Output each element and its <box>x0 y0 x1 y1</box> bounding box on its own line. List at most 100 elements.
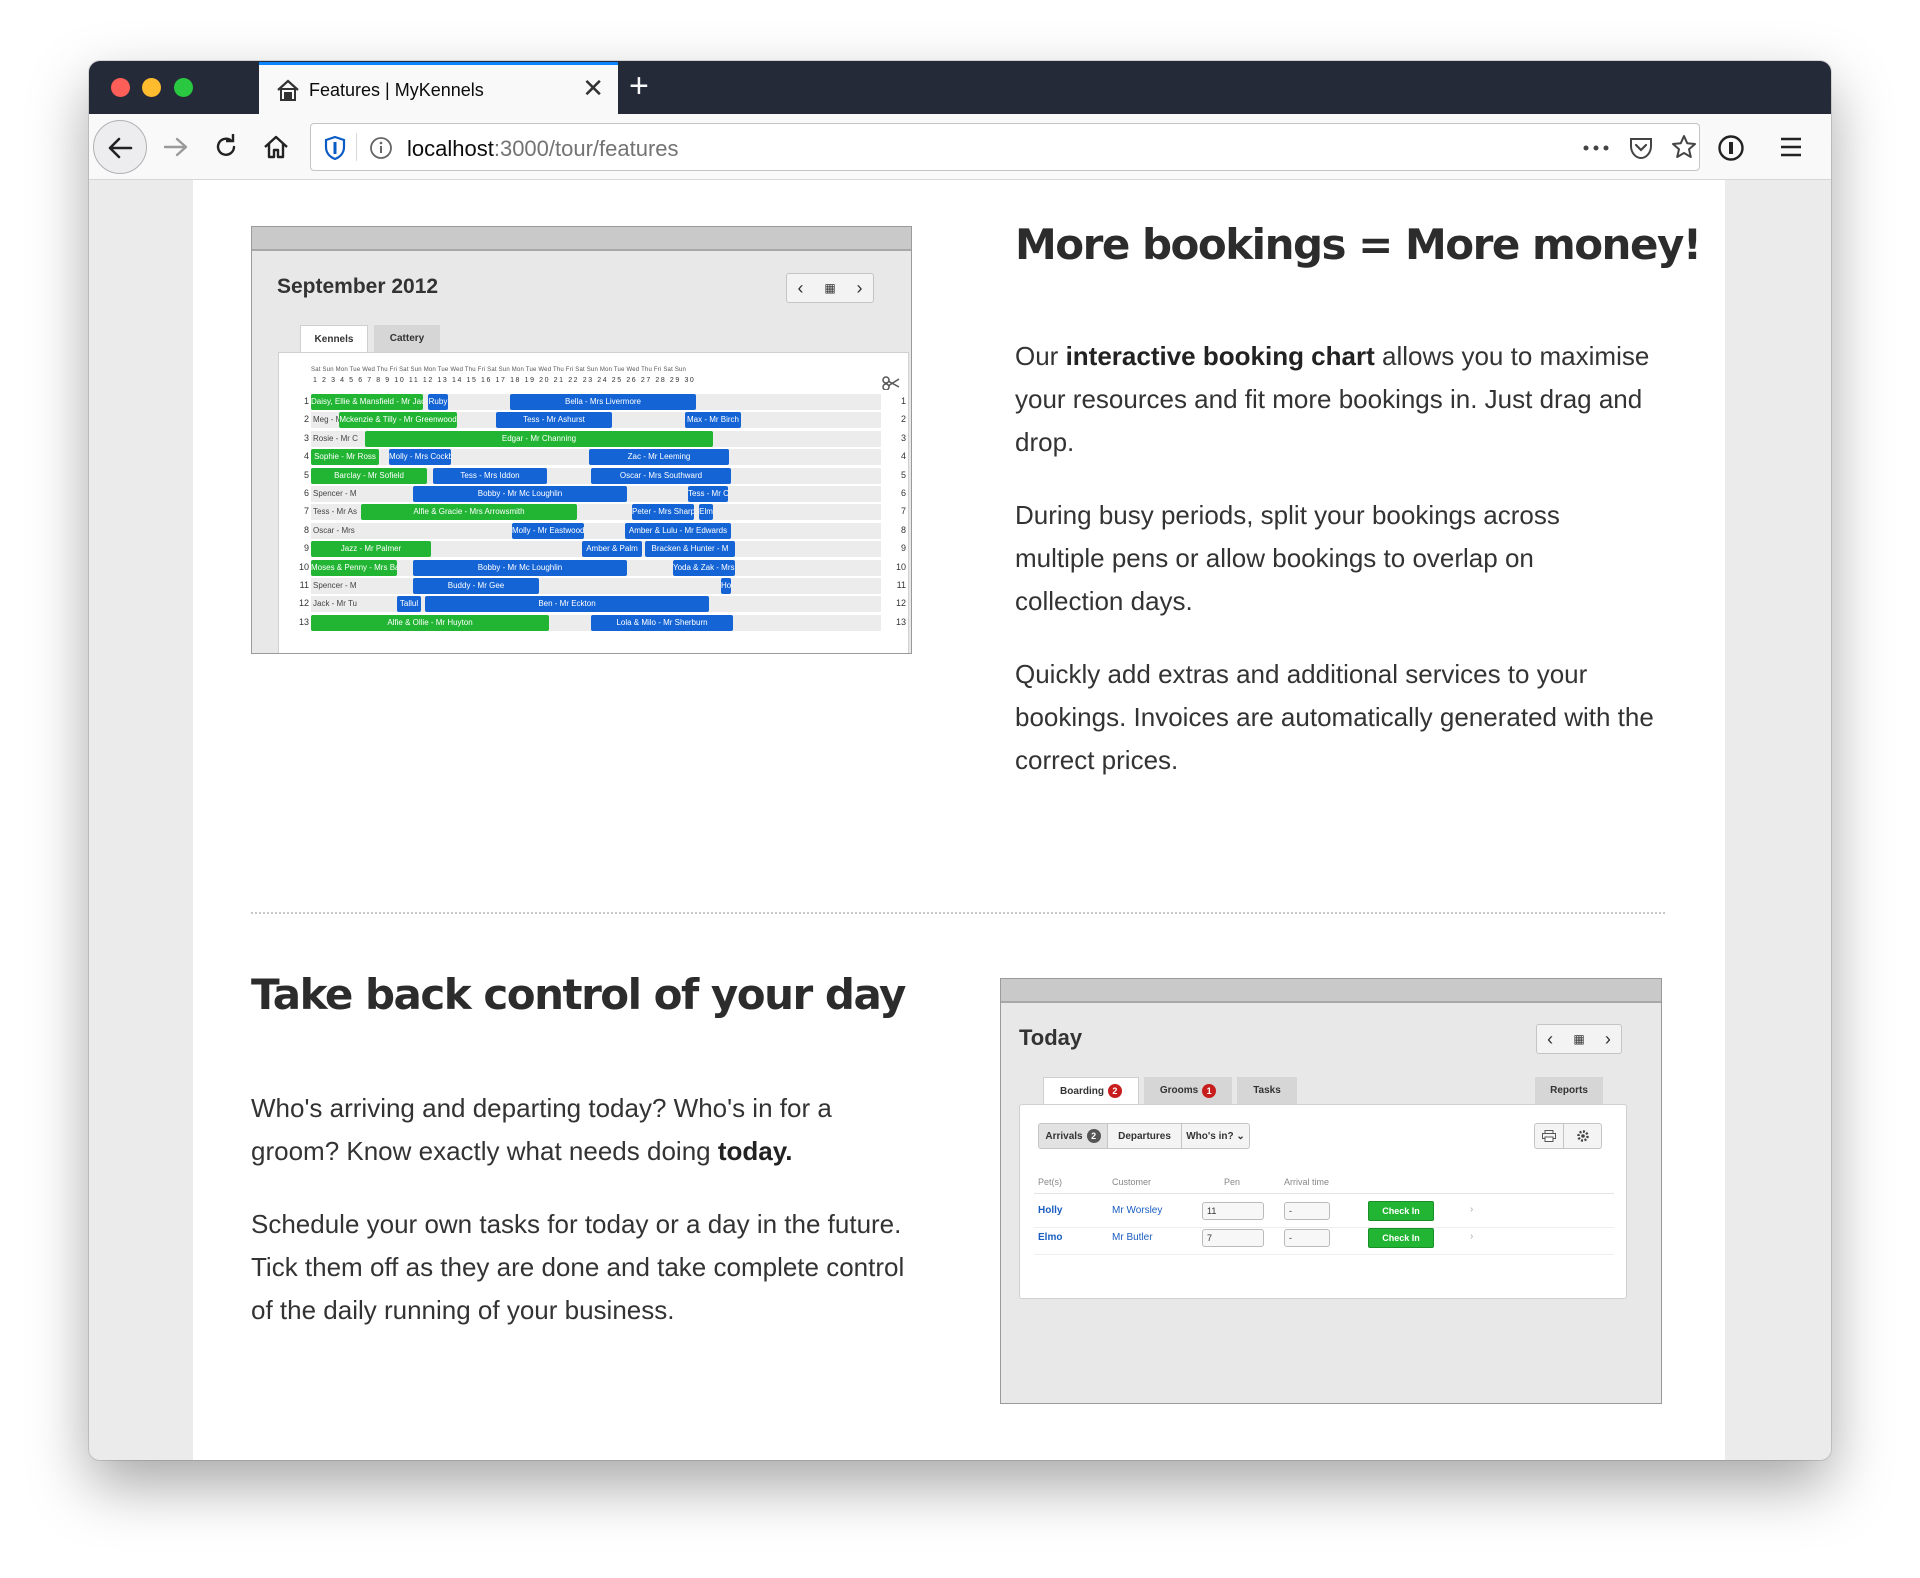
booking-bar[interactable]: Barclay - Mr Sofield <box>311 467 427 484</box>
chevron-left-icon[interactable]: ‹ <box>1547 1029 1553 1050</box>
chevron-right-icon[interactable]: › <box>1605 1029 1611 1050</box>
new-tab-button[interactable]: + <box>629 69 649 103</box>
count-badge: 2 <box>1086 1129 1101 1143</box>
pocket-icon[interactable] <box>1628 135 1654 161</box>
booking-bar[interactable]: Ben - Mr Eckton <box>425 596 709 613</box>
carryover-booking-label[interactable]: Spencer - M <box>313 489 357 498</box>
reload-button[interactable] <box>207 128 245 166</box>
subtab-departures[interactable]: Departures <box>1108 1123 1182 1149</box>
check-in-button[interactable]: Check In <box>1368 1201 1434 1221</box>
booking-bar[interactable]: Ho <box>721 578 731 594</box>
tab-grooms[interactable]: Grooms 1 <box>1144 1077 1232 1104</box>
booking-bar[interactable]: Tess - Mrs Iddon <box>433 467 547 484</box>
booking-bar[interactable]: Molly - Mr Eastwood <box>512 522 584 539</box>
subtab-whos-in[interactable]: Who's in? ⌄ <box>1182 1123 1250 1149</box>
booking-bar[interactable]: Alfie & Ollie - Mr Huyton <box>311 614 549 631</box>
booking-bar[interactable]: Alfie & Gracie - Mrs Arrowsmith <box>361 504 577 521</box>
page-actions-icon[interactable] <box>1583 145 1609 151</box>
subtab-arrivals[interactable]: Arrivals 2 <box>1038 1123 1108 1149</box>
today-date-nav[interactable]: ‹ ▦ › <box>1536 1024 1622 1054</box>
chevron-right-icon[interactable]: › <box>857 278 863 299</box>
booking-bar[interactable]: Daisy, Ellie & Mansfield - Mr Jack <box>311 394 423 410</box>
tab-boarding[interactable]: Boarding 2 <box>1043 1077 1139 1104</box>
bookmark-star-icon[interactable] <box>1670 133 1698 161</box>
home-button[interactable] <box>257 128 295 166</box>
back-button[interactable] <box>93 120 147 174</box>
password-manager-icon[interactable] <box>1717 134 1745 162</box>
booking-bar[interactable]: Ruby <box>428 394 448 410</box>
tab-tasks[interactable]: Tasks <box>1237 1077 1297 1104</box>
pet-name-link[interactable]: Holly <box>1038 1205 1062 1216</box>
carryover-booking-label[interactable]: Tess - Mr As <box>313 507 357 516</box>
booking-bar[interactable]: Buddy - Mr Gee <box>413 578 539 594</box>
carryover-booking-label[interactable]: Jack - Mr Tu <box>313 599 357 608</box>
chevron-right-icon[interactable]: › <box>1470 1231 1473 1242</box>
booking-bar[interactable]: Tess - Mr C <box>688 486 728 502</box>
reports-button[interactable]: Reports <box>1535 1077 1603 1104</box>
chevron-right-icon[interactable]: › <box>1470 1204 1473 1215</box>
booking-bar[interactable]: Sophie - Mr Ross <box>311 449 379 466</box>
close-window-button[interactable] <box>111 78 130 97</box>
booking-bar[interactable]: Amber & Lulu - Mr Edwards <box>625 522 731 539</box>
booking-bar[interactable]: Peter - Mrs Sharples <box>632 504 694 521</box>
booking-bar[interactable]: Jazz - Mr Palmer <box>311 541 431 558</box>
arrival-time-select[interactable]: - <box>1284 1202 1330 1220</box>
booking-bar[interactable]: Edgar - Mr Channing <box>365 430 713 447</box>
pet-name-link[interactable]: Elmo <box>1038 1232 1062 1243</box>
booking-bar[interactable]: Oscar - Mrs Southward <box>591 467 731 484</box>
booking-bar[interactable]: Moses & Penny - Mrs Bal <box>311 559 397 576</box>
tracking-shield-icon[interactable] <box>323 135 347 161</box>
booking-bar[interactable]: Elm <box>699 504 713 521</box>
pen-number-right: 2 <box>900 414 906 425</box>
booking-bar[interactable]: Amber & Palm <box>582 541 642 558</box>
booking-bar[interactable]: Tess - Mr Ashurst <box>496 412 612 429</box>
booking-row: 5 Barclay - Mr Sofield Tess - Mrs Iddon Osc… <box>279 467 908 485</box>
booking-bar[interactable]: Mckenzie & Tilly - Mr Greenwood <box>339 412 457 429</box>
booking-bar[interactable]: Molly - Mrs Cockbu <box>389 449 451 466</box>
scissors-icon[interactable] <box>882 376 900 390</box>
check-in-button[interactable]: Check In <box>1368 1228 1434 1248</box>
carryover-booking-label[interactable]: Spencer - M <box>313 581 357 590</box>
arrival-time-select[interactable]: - <box>1284 1229 1330 1247</box>
carryover-booking-label[interactable]: Rosie - Mr C <box>313 434 358 443</box>
pen-number: 10 <box>298 561 309 572</box>
browser-tab[interactable]: Features | MyKennels ✕ <box>259 62 618 114</box>
browser-window: Features | MyKennels ✕ + localhost:3000/… <box>89 61 1831 1460</box>
info-icon[interactable] <box>369 136 393 160</box>
forward-button[interactable] <box>157 128 195 166</box>
calendar-icon[interactable]: ▦ <box>1573 1032 1584 1046</box>
pen-select[interactable]: 11 <box>1202 1202 1264 1220</box>
count-badge: 1 <box>1202 1083 1217 1098</box>
print-button[interactable] <box>1534 1123 1564 1149</box>
booking-bar[interactable]: Bracken & Hunter - M <box>645 541 735 558</box>
customer-link[interactable]: Mr Worsley <box>1112 1205 1162 1216</box>
customer-link[interactable]: Mr Butler <box>1112 1232 1153 1243</box>
tab-kennels[interactable]: Kennels <box>300 325 368 352</box>
booking-row: 3 Rosie - Mr C Edgar - Mr Channing 3 <box>279 430 908 448</box>
booking-bar[interactable]: Bobby - Mr Mc Loughlin <box>413 559 627 576</box>
close-tab-icon[interactable]: ✕ <box>582 75 604 101</box>
address-bar[interactable]: localhost:3000/tour/features <box>310 123 1700 171</box>
pen-number: 2 <box>303 414 309 425</box>
calendar-icon[interactable]: ▦ <box>824 281 835 295</box>
tab-cattery[interactable]: Cattery <box>374 325 440 352</box>
booking-bar[interactable]: Bobby - Mr Mc Loughlin <box>413 486 627 502</box>
booking-bar[interactable]: Bella - Mrs Livermore <box>510 394 696 410</box>
booking-chart-date-nav[interactable]: ‹ ▦ › <box>786 273 874 303</box>
settings-button[interactable] <box>1564 1123 1602 1149</box>
booking-bar[interactable]: Lola & Milo - Mr Sherburn <box>591 614 733 631</box>
home-icon <box>264 135 288 159</box>
pen-select[interactable]: 7 <box>1202 1229 1264 1247</box>
booking-bar[interactable]: Yoda & Zak - Mrs Jackson <box>673 559 735 576</box>
minimize-window-button[interactable] <box>142 78 161 97</box>
hamburger-menu-icon[interactable] <box>1779 136 1803 158</box>
url-text[interactable]: localhost:3000/tour/features <box>407 136 679 162</box>
carryover-booking-label[interactable]: Oscar - Mrs <box>313 526 355 535</box>
url-separator <box>356 133 357 161</box>
chevron-left-icon[interactable]: ‹ <box>797 278 803 299</box>
booking-bar[interactable]: Tallul <box>397 596 421 613</box>
booking-bar[interactable]: Zac - Mr Leeming <box>589 449 729 466</box>
row-rule <box>1034 1227 1614 1228</box>
zoom-window-button[interactable] <box>174 78 193 97</box>
booking-bar[interactable]: Max - Mr Birch <box>685 412 741 429</box>
